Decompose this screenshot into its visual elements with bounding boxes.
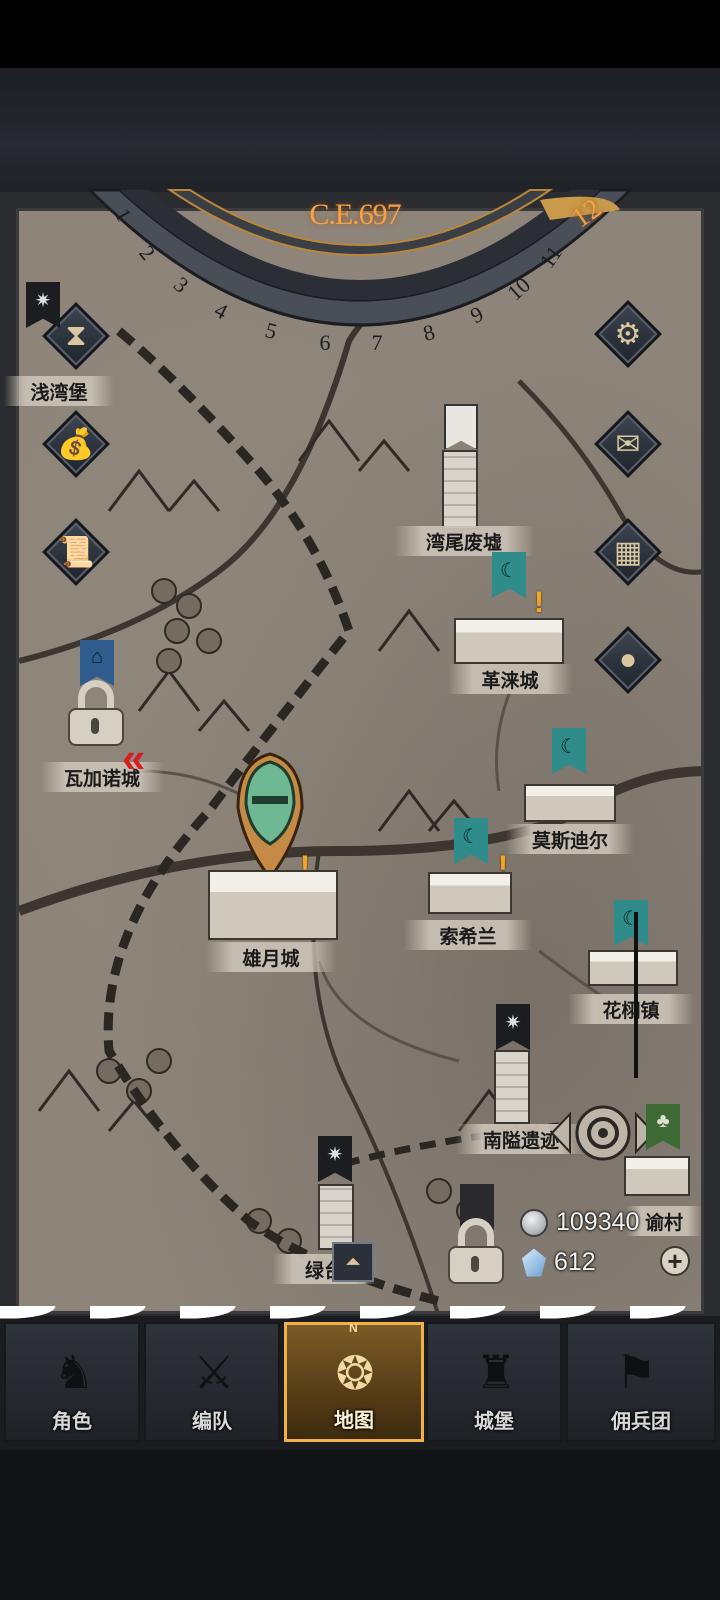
- grid-button[interactable]: ▦: [594, 518, 662, 586]
- crystal-icon: [522, 1248, 546, 1277]
- lock-icon: [446, 1218, 506, 1284]
- lock-icon: [66, 680, 126, 746]
- scroll-button[interactable]: 📜: [42, 518, 110, 586]
- tower-nan-yi[interactable]: [494, 1050, 530, 1124]
- money-bag-button[interactable]: 💰: [42, 410, 110, 478]
- add-currency-button[interactable]: +: [660, 1246, 690, 1276]
- tab-castle[interactable]: ♜ 城堡: [426, 1322, 562, 1442]
- coin-button[interactable]: ●: [594, 626, 662, 694]
- scroll-indicator: [634, 912, 638, 1078]
- tab-label: 角色: [52, 1411, 92, 1433]
- location-wan-wei-fei-xu[interactable]: 湾尾废墟: [394, 526, 534, 556]
- chevron-up-icon: ⏶: [345, 1250, 361, 1273]
- location-xiong-yue-cheng[interactable]: 雄月城: [206, 942, 336, 972]
- collapse-button[interactable]: ⏶: [332, 1242, 374, 1282]
- crystal-amount: 612: [554, 1248, 596, 1276]
- month-6: 6: [319, 330, 331, 355]
- tower-lv-tai[interactable]: [318, 1184, 354, 1250]
- castle-mo-si[interactable]: [524, 784, 616, 822]
- castle-yu-cun[interactable]: [624, 1156, 690, 1196]
- tab-map[interactable]: N ❂ 地图: [284, 1321, 424, 1442]
- tab-label: 城堡: [474, 1411, 514, 1433]
- location-hua-xu-zhen[interactable]: 花栩镇: [568, 994, 694, 1024]
- player-helmet-marker[interactable]: [236, 752, 304, 880]
- red-arrow-icon[interactable]: «: [122, 734, 145, 782]
- location-qian-wan-bao[interactable]: 浅湾堡: [4, 376, 114, 406]
- castle-icon: ♜: [475, 1346, 517, 1398]
- alert-icon: !: [534, 586, 544, 619]
- mail-icon: ✉: [615, 427, 641, 461]
- banner-sword-icon: ⚑: [615, 1346, 657, 1398]
- silver-amount: 109340: [556, 1208, 640, 1236]
- location-suo-xi-lan[interactable]: 索希兰: [404, 920, 532, 950]
- tab-label: 地图: [334, 1410, 374, 1432]
- year-label: C.E.697: [309, 198, 401, 231]
- mail-button[interactable]: ✉: [594, 410, 662, 478]
- status-bar-area: [0, 0, 720, 68]
- tab-formation[interactable]: ⚔ 编队: [144, 1322, 280, 1442]
- castle-hua-xu[interactable]: [588, 950, 678, 986]
- knight-icon: ♞: [53, 1346, 95, 1398]
- crystal-currency: 612: [522, 1248, 596, 1277]
- castle-xiong-yue[interactable]: [208, 870, 338, 940]
- tab-label: 编队: [192, 1411, 232, 1433]
- coin-icon: ●: [618, 643, 638, 676]
- settings-gear-icon: ⚙: [614, 317, 642, 351]
- location-mo-si-di-er[interactable]: 莫斯迪尔: [506, 824, 634, 854]
- settings-button[interactable]: ⚙: [594, 300, 662, 368]
- grid-icon: ▦: [613, 535, 643, 569]
- castle-suo-xi[interactable]: [428, 872, 512, 914]
- shield-swords-icon: ⚔: [193, 1346, 235, 1398]
- month-7: 7: [371, 330, 383, 355]
- bottom-system-area: [0, 1450, 720, 1600]
- tower-ruin[interactable]: [442, 450, 478, 530]
- location-ge-lai-cheng[interactable]: 革涞城: [448, 664, 572, 694]
- location-wa-jia-nuo-cheng[interactable]: 瓦加诺城: [40, 762, 164, 792]
- scroll-icon: 📜: [57, 535, 95, 569]
- compass-north-label: N: [349, 1321, 358, 1335]
- castle-ge-lai[interactable]: [454, 618, 564, 664]
- silver-currency: 109340: [520, 1208, 639, 1237]
- tab-mercenary[interactable]: ⚑ 佣兵团: [566, 1322, 716, 1442]
- tab-label: 佣兵团: [611, 1411, 671, 1433]
- money-bag-icon: 💰: [57, 427, 95, 461]
- tab-character[interactable]: ♞ 角色: [4, 1322, 140, 1442]
- compass-map-icon: ❂: [335, 1347, 375, 1399]
- silver-coin-icon: [520, 1208, 548, 1237]
